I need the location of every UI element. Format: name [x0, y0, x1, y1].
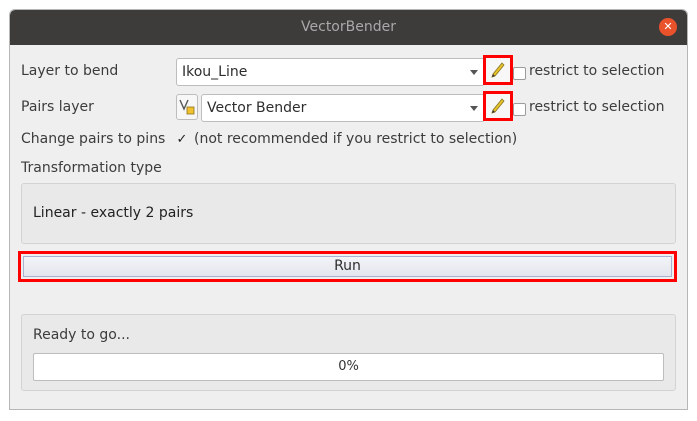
status-box: Ready to go... 0%	[21, 314, 676, 391]
transformation-type-value: Linear - exactly 2 pairs	[33, 205, 194, 221]
vector-layer-icon	[179, 99, 195, 115]
pairs-layer-restrict-checkbox[interactable]	[513, 103, 526, 116]
pairs-layer-value: Vector Bender	[207, 100, 307, 116]
change-pairs-note: (not recommended if you restrict to sele…	[194, 131, 518, 147]
pencil-icon	[491, 62, 505, 78]
layer-to-bend-restrict-label: restrict to selection	[529, 63, 665, 79]
edit-pairs-layer-button[interactable]	[483, 91, 513, 121]
progress-text: 0%	[338, 359, 359, 374]
chevron-down-icon	[470, 70, 478, 75]
close-icon[interactable]: ✕	[659, 18, 677, 36]
window-title: VectorBender	[301, 19, 396, 35]
layer-to-bend-label: Layer to bend	[21, 63, 119, 79]
change-pairs-label: Change pairs to pins	[21, 131, 166, 147]
pairs-layer-restrict-label: restrict to selection	[529, 99, 665, 115]
vectorbender-dialog: VectorBender ✕ Layer to bend Ikou_Line r…	[9, 9, 688, 410]
pairs-layer-combo[interactable]: Vector Bender	[201, 94, 485, 122]
edit-layer-to-bend-button[interactable]	[483, 55, 513, 85]
transformation-type-label: Transformation type	[21, 160, 162, 176]
layer-to-bend-combo[interactable]: Ikou_Line	[176, 58, 485, 86]
layer-icon-button[interactable]	[176, 94, 198, 120]
change-pairs-checkbox[interactable]: ✓	[175, 133, 189, 147]
run-button[interactable]: Run	[23, 256, 672, 277]
run-button-highlight: Run	[18, 251, 677, 282]
pencil-icon	[491, 98, 505, 114]
transformation-type-box: Linear - exactly 2 pairs	[21, 183, 676, 244]
status-text: Ready to go...	[33, 327, 130, 343]
layer-to-bend-restrict-checkbox[interactable]	[513, 67, 526, 80]
title-bar: VectorBender ✕	[10, 10, 687, 45]
pairs-layer-label: Pairs layer	[21, 99, 94, 115]
chevron-down-icon	[470, 106, 478, 111]
progress-bar: 0%	[33, 353, 664, 381]
layer-to-bend-value: Ikou_Line	[182, 64, 248, 80]
